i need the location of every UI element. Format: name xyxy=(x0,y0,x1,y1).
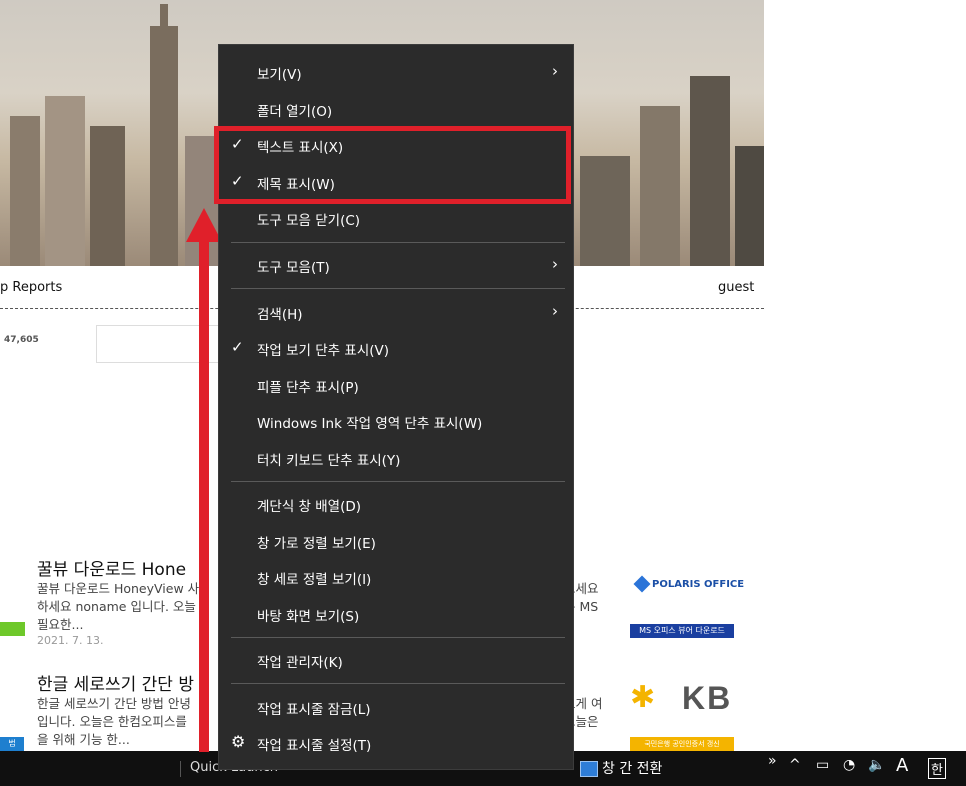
post-excerpt-right: 은 MS xyxy=(564,599,599,614)
kb-star-icon: ✱ xyxy=(630,680,656,715)
annotation-highlight-box xyxy=(214,126,571,204)
chevron-right-icon: › xyxy=(552,302,558,320)
menu-item-search[interactable]: 검색(H) › xyxy=(219,295,573,329)
menu-item-label: 폴더 열기(O) xyxy=(257,104,333,120)
battery-icon[interactable]: ▭ xyxy=(816,757,829,773)
menu-separator xyxy=(231,288,565,289)
menu-item-show-desktop[interactable]: 바탕 화면 보기(S) xyxy=(219,597,573,631)
menu-item-people-button[interactable]: 피플 단추 표시(P) xyxy=(219,368,573,402)
menu-item-taskbar-settings[interactable]: ⚙ 작업 표시줄 설정(T) xyxy=(219,726,573,760)
menu-item-task-view-button[interactable]: ✓ 작업 보기 단추 표시(V) xyxy=(219,331,573,365)
wifi-icon[interactable]: ◔ xyxy=(843,757,855,773)
menu-item-label: 바탕 화면 보기(S) xyxy=(257,609,360,625)
menu-item-label: 계단식 창 배열(D) xyxy=(257,499,362,515)
menu-item-label: Windows Ink 작업 영역 단추 표시(W) xyxy=(257,416,483,432)
polaris-office-ad[interactable]: POLARIS OFFICE xyxy=(633,575,745,593)
menu-item-label: 작업 표시줄 잠금(L) xyxy=(257,702,371,718)
chevron-right-icon: › xyxy=(552,62,558,80)
post-title-cont: .. xyxy=(564,558,644,576)
menu-item-task-manager[interactable]: 작업 관리자(K) xyxy=(219,643,573,677)
chevron-right-icon: › xyxy=(552,255,558,273)
polaris-ad-text: POLARIS OFFICE xyxy=(652,579,745,590)
kb-logo-text: KB xyxy=(682,680,733,716)
menu-item-view[interactable]: 보기(V) › xyxy=(219,55,573,89)
menu-item-label: 검색(H) xyxy=(257,307,303,323)
menu-item-label: 창 가로 정렬 보기(E) xyxy=(257,536,376,552)
menu-item-label: 작업 관리자(K) xyxy=(257,655,343,671)
kb-bank-ad[interactable]: ✱ KB xyxy=(628,678,738,718)
menu-item-touch-keyboard-button[interactable]: 터치 키보드 단추 표시(Y) xyxy=(219,441,573,475)
switch-windows-label: 창 간 전환 xyxy=(602,761,663,777)
menu-separator xyxy=(231,683,565,684)
menu-separator xyxy=(231,242,565,243)
menu-item-label: 피플 단추 표시(P) xyxy=(257,380,359,396)
gear-icon: ⚙ xyxy=(231,732,246,751)
visit-counter: 47,605 xyxy=(4,335,39,345)
menu-item-cascade-windows[interactable]: 계단식 창 배열(D) xyxy=(219,487,573,521)
menu-item-label: 도구 모음(T) xyxy=(257,260,330,276)
switch-windows-icon xyxy=(580,761,598,777)
menu-item-label: 도구 모음 닫기(C) xyxy=(257,213,361,229)
category-tag: 법 xyxy=(0,737,24,751)
checkmark-icon: ✓ xyxy=(231,338,244,356)
annotation-arrow-shaft xyxy=(199,240,209,752)
menu-item-close-toolbar[interactable]: 도구 모음 닫기(C) xyxy=(219,201,573,235)
menu-item-stack-windows[interactable]: 창 가로 정렬 보기(E) xyxy=(219,524,573,558)
switch-windows-button[interactable]: 창 간 전환 xyxy=(580,758,662,778)
nav-guest-link[interactable]: guest xyxy=(718,280,754,295)
menu-item-open-folder[interactable]: 폴더 열기(O) xyxy=(219,92,573,126)
menu-item-label: 터치 키보드 단추 표시(Y) xyxy=(257,453,401,469)
nav-reports-link[interactable]: p Reports xyxy=(0,280,62,295)
post-excerpt-right: 으세요 xyxy=(564,581,599,596)
menu-item-windows-ink-button[interactable]: Windows Ink 작업 영역 단추 표시(W) xyxy=(219,404,573,438)
annotation-arrow-head xyxy=(186,208,222,242)
menu-item-side-by-side-windows[interactable]: 창 세로 정렬 보기(I) xyxy=(219,560,573,594)
taskbar-divider xyxy=(180,761,181,777)
kb-certificate-banner[interactable]: 국민은행 공인인증서 갱신 xyxy=(630,737,734,751)
speaker-icon[interactable]: 🔈 xyxy=(868,757,885,773)
ime-language-indicator[interactable]: 한 xyxy=(928,758,946,779)
menu-item-toolbars[interactable]: 도구 모음(T) › xyxy=(219,248,573,282)
menu-item-label: 보기(V) xyxy=(257,67,302,83)
ms-office-viewer-banner[interactable]: MS 오피스 뷰어 다운로드 xyxy=(630,624,734,638)
menu-separator xyxy=(231,637,565,638)
menu-item-lock-taskbar[interactable]: 작업 표시줄 잠금(L) xyxy=(219,690,573,724)
ime-mode-indicator[interactable]: A xyxy=(896,755,908,776)
menu-item-label: 작업 보기 단추 표시(V) xyxy=(257,343,390,359)
toolbar-overflow-chevron[interactable]: » xyxy=(768,753,777,769)
category-tag xyxy=(0,622,25,636)
polaris-logo-icon xyxy=(633,575,651,593)
menu-item-label: 창 세로 정렬 보기(I) xyxy=(257,572,372,588)
menu-item-label: 작업 표시줄 설정(T) xyxy=(257,738,372,754)
tray-up-arrow-icon[interactable]: ^ xyxy=(789,757,801,773)
menu-separator xyxy=(231,481,565,482)
